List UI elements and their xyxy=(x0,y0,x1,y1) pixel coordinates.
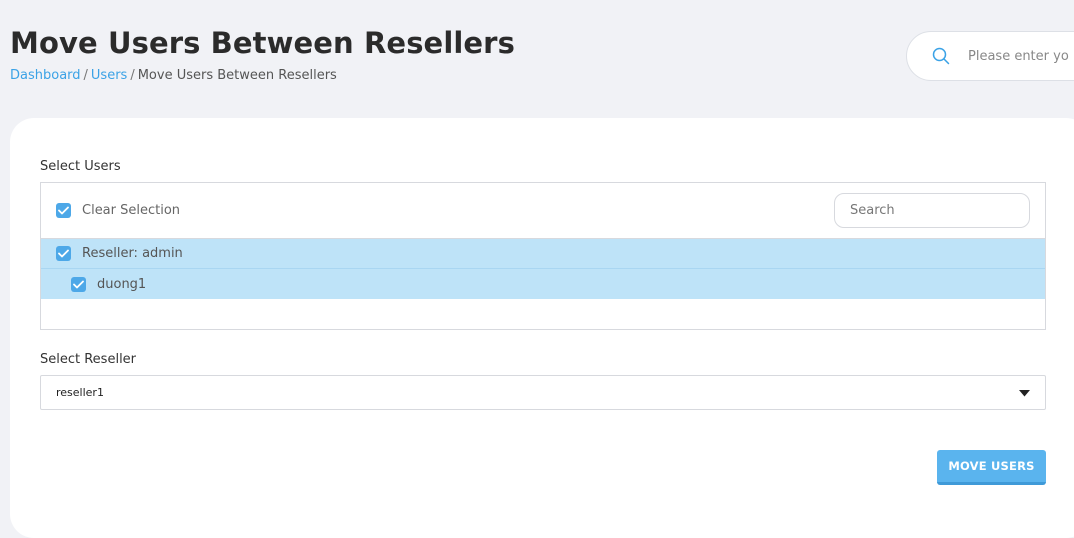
clear-selection-checkbox[interactable] xyxy=(56,203,71,218)
move-users-card: Select Users Clear Selection Reseller: a… xyxy=(10,118,1074,538)
user-label: duong1 xyxy=(97,276,147,292)
breadcrumb-dashboard[interactable]: Dashboard xyxy=(10,68,81,83)
breadcrumb-separator: / xyxy=(130,68,135,83)
search-icon[interactable] xyxy=(932,47,950,65)
users-tree-header: Clear Selection xyxy=(41,183,1045,239)
user-checkbox[interactable] xyxy=(71,276,86,292)
check-icon xyxy=(73,280,84,288)
breadcrumb-separator: / xyxy=(83,68,88,83)
top-search-bar[interactable] xyxy=(906,31,1074,81)
top-search-input[interactable] xyxy=(968,48,1074,64)
select-reseller-label: Select Reseller xyxy=(40,352,137,367)
reseller-select-value: reseller1 xyxy=(56,386,104,399)
user-row[interactable]: duong1 xyxy=(41,269,1045,299)
page-title: Move Users Between Resellers xyxy=(10,26,515,60)
select-users-label: Select Users xyxy=(40,159,121,174)
users-tree: Clear Selection Reseller: admin duong1 xyxy=(40,182,1046,330)
breadcrumb: Dashboard / Users / Move Users Between Resel… xyxy=(10,68,337,83)
breadcrumb-current: Move Users Between Resellers xyxy=(137,68,337,83)
clear-selection-label[interactable]: Clear Selection xyxy=(82,203,180,218)
reseller-group-checkbox[interactable] xyxy=(56,246,71,261)
reseller-group-label: Reseller: admin xyxy=(82,246,183,261)
check-icon xyxy=(58,206,69,215)
users-search-input[interactable] xyxy=(834,193,1030,228)
check-icon xyxy=(58,249,69,258)
breadcrumb-users[interactable]: Users xyxy=(91,68,127,83)
caret-down-icon xyxy=(1019,390,1030,397)
reseller-group-row[interactable]: Reseller: admin xyxy=(41,239,1045,269)
move-users-button[interactable]: MOVE USERS xyxy=(937,450,1046,485)
reseller-select[interactable]: reseller1 xyxy=(40,375,1046,410)
